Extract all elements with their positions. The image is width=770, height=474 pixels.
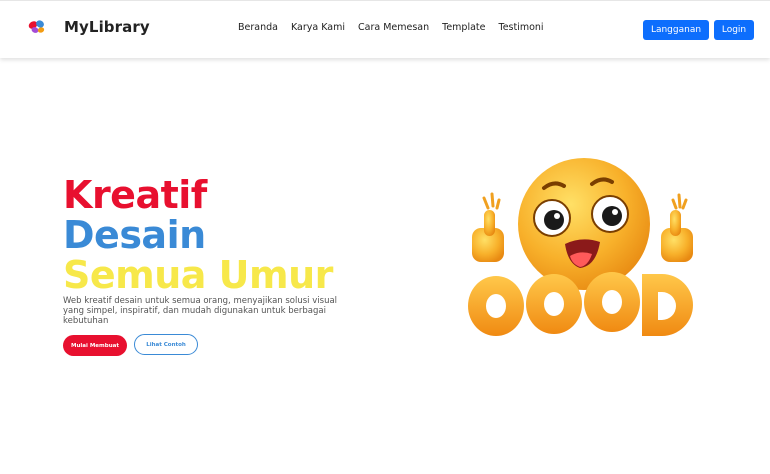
headline-line-1: Kreatif	[63, 173, 207, 217]
butterfly-logo-icon	[28, 20, 45, 33]
brand[interactable]: MyLibrary	[27, 17, 150, 37]
left-thumb-icon	[472, 210, 504, 262]
nav-link-beranda[interactable]: Beranda	[238, 22, 278, 33]
start-creating-button[interactable]: Mulai Membuat	[63, 335, 127, 356]
hero-description: Web kreatif desain untuk semua orang, me…	[63, 296, 338, 326]
headline-line-3: Semua Umur	[63, 253, 333, 297]
nav-link-karya-kami[interactable]: Karya Kami	[291, 22, 345, 33]
subscribe-button[interactable]: Langganan	[643, 20, 709, 40]
thumbs-up-emoji-good-illustration	[468, 158, 693, 336]
nav-links: Beranda Karya Kami Cara Memesan Template…	[238, 22, 557, 33]
headline-line-2: Desain	[63, 213, 206, 257]
navbar: MyLibrary Beranda Karya Kami Cara Memesa…	[0, 0, 770, 58]
nav-link-testimoni[interactable]: Testimoni	[499, 22, 544, 33]
nav-link-template[interactable]: Template	[442, 22, 485, 33]
nav-link-cara-memesan[interactable]: Cara Memesan	[358, 22, 429, 33]
see-examples-button[interactable]: Lihat Contoh	[134, 334, 198, 355]
brand-name: MyLibrary	[64, 18, 150, 36]
right-thumb-icon	[661, 210, 693, 262]
hero-headline: Kreatif Desain Semua Umur	[63, 175, 333, 295]
login-button[interactable]: Login	[714, 20, 754, 40]
emoji-face-icon	[518, 158, 650, 290]
